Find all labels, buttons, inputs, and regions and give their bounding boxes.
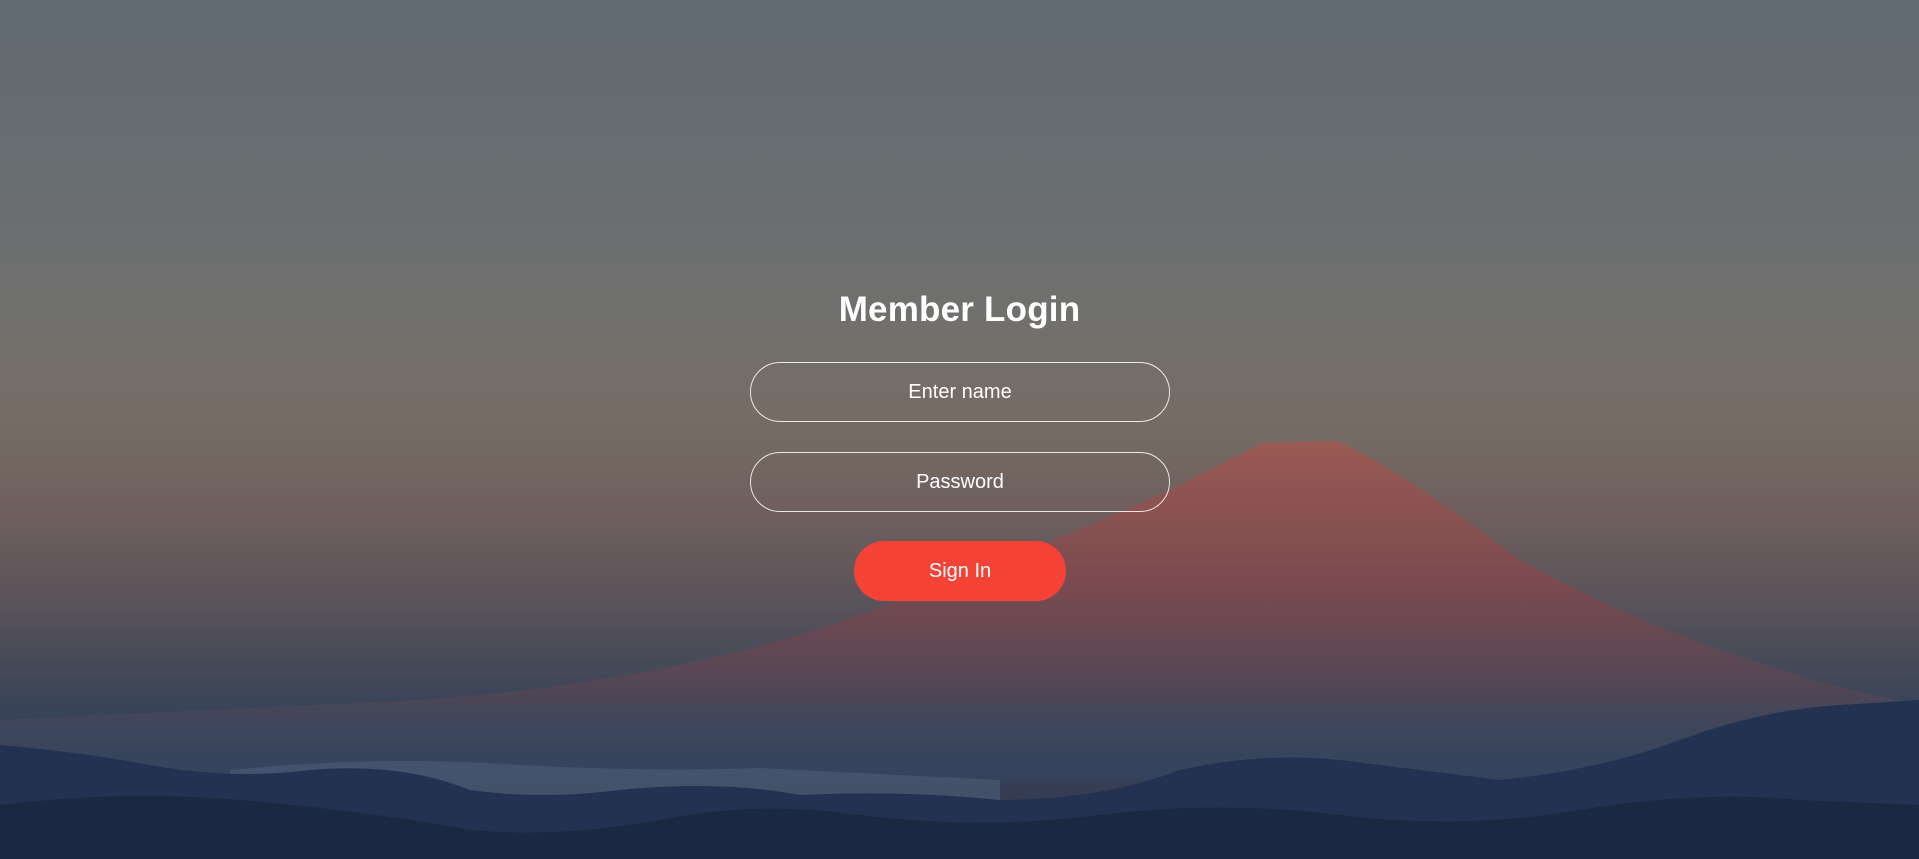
- login-page: Member Login Sign In: [0, 0, 1919, 859]
- sign-in-button[interactable]: Sign In: [854, 541, 1066, 601]
- login-title: Member Login: [838, 290, 1081, 329]
- login-form: Member Login Sign In: [0, 0, 1919, 859]
- name-input[interactable]: [750, 362, 1170, 422]
- password-input[interactable]: [750, 452, 1170, 512]
